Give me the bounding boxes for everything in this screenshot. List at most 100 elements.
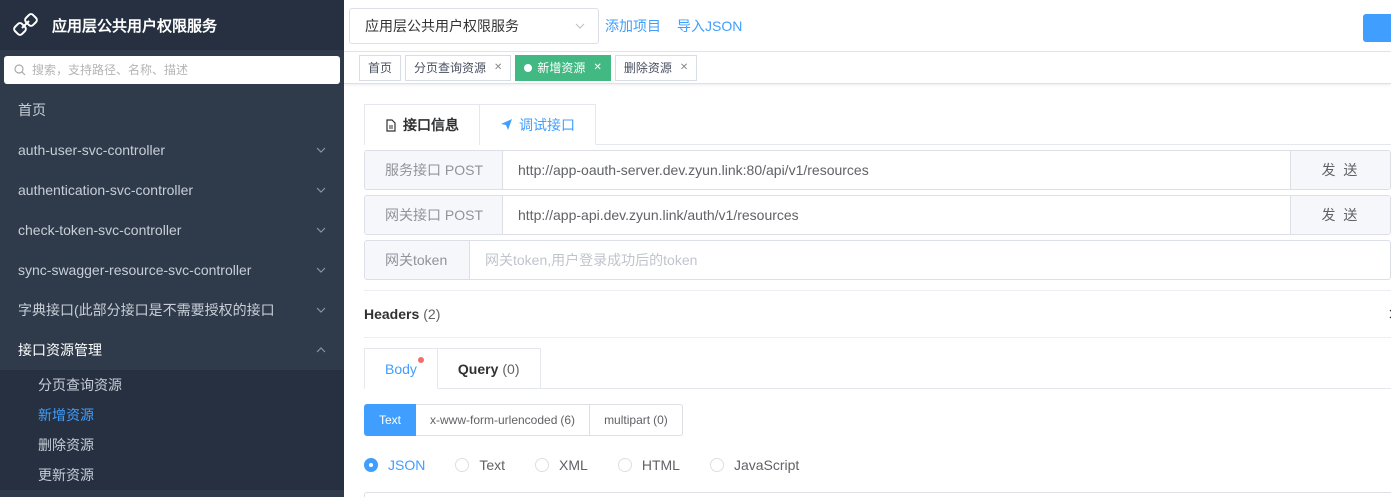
radio-html[interactable]: HTML bbox=[617, 457, 680, 473]
radio-label: JavaScript bbox=[733, 457, 800, 473]
tab-label: Query bbox=[457, 361, 499, 377]
tab-count: (0) bbox=[502, 361, 520, 377]
sidebar-item-check-token[interactable]: check-token-svc-controller bbox=[0, 210, 344, 250]
gateway-url-label: 网关接口 POST bbox=[365, 196, 503, 234]
body-type-text[interactable]: Text bbox=[364, 404, 417, 436]
gateway-url-input[interactable]: http://app-api.dev.zyun.link/auth/v1/res… bbox=[503, 196, 1290, 234]
sidebar-subitem-update[interactable]: 更新资源 bbox=[0, 460, 344, 490]
sidebar-item-label: authentication-svc-controller bbox=[18, 182, 194, 198]
tab-debug-api[interactable]: 调试接口 bbox=[480, 104, 596, 145]
tag-page-query[interactable]: 分页查询资源 ✕ bbox=[405, 54, 512, 81]
close-icon[interactable]: ✕ bbox=[680, 62, 688, 73]
tab-api-info[interactable]: 接口信息 bbox=[364, 104, 480, 145]
brand: 应用层公共用户权限服务 bbox=[0, 0, 344, 50]
sidebar: 应用层公共用户权限服务 首页 auth-user-svc-controller … bbox=[0, 0, 344, 497]
radio-javascript[interactable]: JavaScript bbox=[709, 457, 800, 473]
sidebar-item-label: auth-user-svc-controller bbox=[18, 142, 166, 158]
gateway-token-input[interactable]: 网关token,用户登录成功后的token bbox=[470, 241, 1390, 279]
radio-label: Text bbox=[479, 457, 506, 473]
sidebar-item-label: sync-swagger-resource-svc-controller bbox=[18, 262, 252, 278]
tab-body[interactable]: Body bbox=[364, 348, 438, 389]
import-json-link[interactable]: 导入JSON bbox=[677, 16, 742, 36]
segment-count: (0) bbox=[653, 413, 668, 427]
chevron-down-icon bbox=[316, 147, 326, 153]
search-input[interactable] bbox=[32, 63, 322, 77]
close-icon[interactable]: ✕ bbox=[593, 62, 601, 73]
segment-label: multipart bbox=[604, 413, 651, 427]
format-radio-group: JSON Text XML HTML JavaScript bbox=[364, 450, 1391, 480]
project-select[interactable]: 应用层公共用户权限服务 bbox=[349, 7, 599, 44]
main-panel: 应用层公共用户权限服务 添加项目 导入JSON 首页 分页查询资源 ✕ 新增资源 ✕… bbox=[344, 0, 1391, 497]
chevron-down-icon bbox=[316, 267, 326, 273]
sidebar-item-label: 接口资源管理 bbox=[18, 342, 102, 358]
service-url-input[interactable]: http://app-oauth-server.dev.zyun.link:80… bbox=[503, 151, 1290, 189]
app-title: 应用层公共用户权限服务 bbox=[52, 17, 218, 35]
body-type-urlencoded[interactable]: x-www-form-urlencoded (6) bbox=[416, 404, 591, 436]
sidebar-item-resource-mgmt[interactable]: 接口资源管理 bbox=[0, 330, 344, 370]
radio-text[interactable]: Text bbox=[455, 457, 505, 473]
tab-label: 调试接口 bbox=[519, 116, 575, 133]
sidebar-submenu: 分页查询资源 新增资源 删除资源 更新资源 bbox=[0, 370, 344, 490]
tag-label: 分页查询资源 bbox=[414, 61, 487, 75]
chevron-up-icon bbox=[316, 347, 326, 353]
radio-xml[interactable]: XML bbox=[535, 457, 588, 473]
radio-circle bbox=[617, 458, 632, 472]
tab-query[interactable]: Query (0) bbox=[437, 348, 541, 389]
sidebar-subitem-add[interactable]: 新增资源 bbox=[0, 400, 344, 430]
headers-label: Headers bbox=[364, 306, 420, 322]
link-icon bbox=[13, 13, 38, 36]
content: 接口信息 调试接口 服务接口 POST http://app-oauth-ser… bbox=[364, 104, 1391, 497]
body-tabs: Body Query (0) bbox=[364, 348, 1391, 389]
radio-circle bbox=[455, 458, 470, 472]
sidebar-item-sync-swagger[interactable]: sync-swagger-resource-svc-controller bbox=[0, 250, 344, 290]
active-dot bbox=[524, 63, 533, 72]
tab-label: Body bbox=[385, 360, 417, 377]
sidebar-item-label: 字典接口(此部分接口是不需要授权的接口 bbox=[18, 302, 275, 318]
body-editor[interactable] bbox=[364, 492, 1391, 497]
tag-add-resource[interactable]: 新增资源 ✕ bbox=[515, 54, 611, 81]
sidebar-subitem-page-query[interactable]: 分页查询资源 bbox=[0, 370, 344, 400]
sidebar-item-authentication[interactable]: authentication-svc-controller bbox=[0, 170, 344, 210]
modified-dot bbox=[417, 357, 424, 363]
project-select-value: 应用层公共用户权限服务 bbox=[365, 17, 519, 34]
tag-label: 新增资源 bbox=[537, 61, 586, 75]
service-url-row: 服务接口 POST http://app-oauth-server.dev.zy… bbox=[364, 150, 1391, 190]
add-project-link[interactable]: 添加项目 bbox=[605, 16, 661, 36]
tag-delete-resource[interactable]: 删除资源 ✕ bbox=[614, 54, 698, 81]
segment-label: x-www-form-urlencoded bbox=[430, 413, 558, 427]
refresh-button[interactable] bbox=[1363, 14, 1391, 42]
search-box[interactable] bbox=[4, 56, 340, 84]
segment-label: Text bbox=[379, 413, 402, 427]
sidebar-subitem-delete[interactable]: 删除资源 bbox=[0, 430, 344, 460]
document-icon bbox=[386, 118, 396, 132]
body-type-group: Text x-www-form-urlencoded (6) multipart(… bbox=[364, 404, 1391, 436]
close-icon[interactable]: ✕ bbox=[494, 62, 502, 73]
tag-home[interactable]: 首页 bbox=[359, 54, 402, 81]
radio-json[interactable]: JSON bbox=[364, 457, 425, 473]
headers-collapse[interactable]: Headers (2) bbox=[364, 290, 1391, 338]
send-icon bbox=[501, 119, 512, 130]
sidebar-item-auth-user[interactable]: auth-user-svc-controller bbox=[0, 130, 344, 170]
headers-count: (2) bbox=[423, 306, 441, 322]
sidebar-item-dictionary[interactable]: 字典接口(此部分接口是不需要授权的接口 bbox=[0, 290, 344, 330]
sidebar-item-label: check-token-svc-controller bbox=[18, 222, 182, 238]
service-send-button[interactable]: 发 送 bbox=[1290, 151, 1390, 189]
chevron-down-icon bbox=[316, 227, 326, 233]
tab-label: 接口信息 bbox=[403, 117, 459, 133]
doc-tabs: 接口信息 调试接口 bbox=[364, 104, 1391, 145]
chevron-down-icon bbox=[316, 187, 326, 193]
tag-label: 删除资源 bbox=[623, 61, 672, 75]
body-type-multipart[interactable]: multipart (0) bbox=[590, 404, 683, 436]
tags-bar: 首页 分页查询资源 ✕ 新增资源 ✕ 删除资源 ✕ bbox=[344, 52, 1391, 84]
topbar: 应用层公共用户权限服务 添加项目 导入JSON bbox=[344, 0, 1391, 52]
gateway-send-button[interactable]: 发 送 bbox=[1290, 196, 1390, 234]
sidebar-item-label: 首页 bbox=[18, 102, 46, 118]
search-icon bbox=[14, 64, 26, 76]
sidebar-item-home[interactable]: 首页 bbox=[0, 90, 344, 130]
radio-label: JSON bbox=[388, 457, 426, 473]
gateway-url-row: 网关接口 POST http://app-api.dev.zyun.link/a… bbox=[364, 195, 1391, 235]
gateway-token-label: 网关token bbox=[365, 241, 470, 279]
radio-label: HTML bbox=[641, 457, 680, 473]
chevron-down-icon bbox=[316, 307, 326, 313]
gateway-token-row: 网关token 网关token,用户登录成功后的token bbox=[364, 240, 1391, 280]
